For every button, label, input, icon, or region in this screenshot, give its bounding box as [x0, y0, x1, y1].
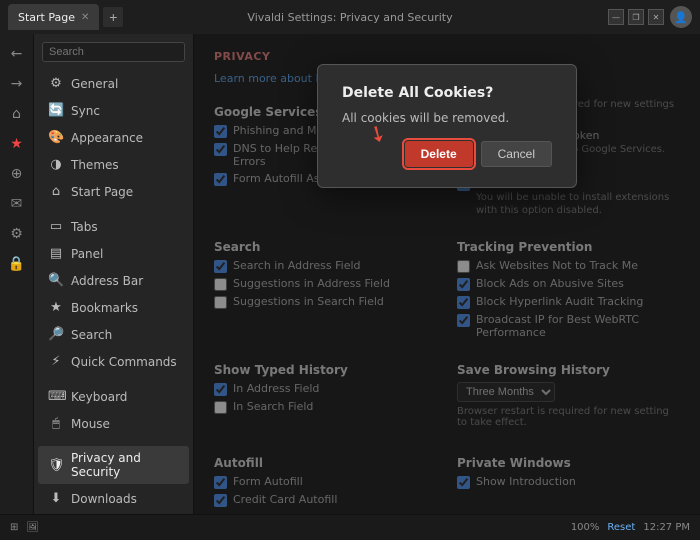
- mouse-icon: 🖱: [48, 416, 64, 431]
- search-sidebar-icon: 🔎: [48, 327, 64, 342]
- security-icon[interactable]: 🔒: [3, 250, 31, 278]
- bookmarks-sidebar-icon: ★: [48, 300, 64, 315]
- addressbar-icon: 🔍: [48, 273, 64, 288]
- extensions-icon[interactable]: ⊕: [3, 160, 31, 188]
- sidebar-item-label: Sync: [71, 104, 100, 118]
- sidebar-item-label: Bookmarks: [71, 301, 138, 315]
- content-area: PRIVACY Learn more about Privacy Google …: [194, 34, 700, 514]
- privacy-icon: 🛡: [48, 458, 64, 473]
- sidebar-item-quickcommands[interactable]: ⚡ Quick Commands: [38, 349, 189, 374]
- sidebar: ⚙ General 🔄 Sync 🎨 Appearance ◑ Themes ⌂…: [34, 34, 194, 514]
- title-bar: Start Page ✕ + Vivaldi Settings: Privacy…: [0, 0, 700, 34]
- sidebar-item-addressbar[interactable]: 🔍 Address Bar: [38, 268, 189, 293]
- search-input[interactable]: [42, 42, 185, 62]
- downloads-icon: ⬇: [48, 491, 64, 506]
- statusbar-grid-icon[interactable]: ⊞: [10, 522, 18, 533]
- mail-icon[interactable]: ✉: [3, 190, 31, 218]
- delete-cookies-modal: Delete All Cookies? All cookies will be …: [317, 64, 577, 188]
- sync-icon: 🔄: [48, 103, 64, 118]
- status-bar: ⊞ 🖼 100% Reset 12:27 PM: [0, 514, 700, 540]
- quickcommands-icon: ⚡: [48, 354, 64, 369]
- minimize-button[interactable]: —: [608, 9, 624, 25]
- tabs-icon: ▭: [48, 219, 64, 234]
- sidebar-item-label: Themes: [71, 158, 119, 172]
- sidebar-item-tabs[interactable]: ▭ Tabs: [38, 214, 189, 239]
- sidebar-item-startpage[interactable]: ⌂ Start Page: [38, 179, 189, 204]
- nav-forward-icon[interactable]: →: [3, 70, 31, 98]
- settings-icon[interactable]: ⚙: [3, 220, 31, 248]
- new-tab-button[interactable]: +: [103, 7, 123, 27]
- home-icon[interactable]: ⌂: [3, 100, 31, 128]
- sidebar-item-webpages[interactable]: 🌐 Webpages: [38, 513, 189, 514]
- sidebar-item-label: General: [71, 77, 118, 91]
- sidebar-item-label: Panel: [71, 247, 103, 261]
- modal-title: Delete All Cookies?: [342, 85, 552, 101]
- sidebar-item-search[interactable]: 🔎 Search: [38, 322, 189, 347]
- modal-buttons: Delete Cancel: [342, 141, 552, 167]
- modal-body: All cookies will be removed.: [342, 111, 552, 125]
- status-bar-left: ⊞ 🖼: [10, 522, 39, 533]
- sidebar-item-themes[interactable]: ◑ Themes: [38, 152, 189, 177]
- sidebar-item-label: Mouse: [71, 417, 110, 431]
- zoom-level: 100%: [571, 522, 600, 533]
- modal-overlay: ➘ Delete All Cookies? All cookies will b…: [194, 34, 700, 514]
- sidebar-item-privacy[interactable]: 🛡 Privacy and Security: [38, 446, 189, 484]
- start-page-tab[interactable]: Start Page ✕: [8, 4, 99, 30]
- sidebar-search-container: [34, 34, 193, 70]
- restore-button[interactable]: ❐: [628, 9, 644, 25]
- appearance-icon: 🎨: [48, 130, 64, 145]
- sidebar-item-keyboard[interactable]: ⌨ Keyboard: [38, 384, 189, 409]
- sidebar-item-bookmarks[interactable]: ★ Bookmarks: [38, 295, 189, 320]
- keyboard-icon: ⌨: [48, 389, 64, 404]
- nav-back-icon[interactable]: ←: [3, 40, 31, 68]
- clock: 12:27 PM: [643, 522, 690, 533]
- window-controls: — ❐ ✕: [608, 9, 664, 25]
- status-bar-right: 100% Reset 12:27 PM: [571, 522, 690, 533]
- sidebar-item-mouse[interactable]: 🖱 Mouse: [38, 411, 189, 436]
- cancel-button[interactable]: Cancel: [481, 141, 552, 167]
- sidebar-item-panel[interactable]: ▤ Panel: [38, 241, 189, 266]
- profile-avatar[interactable]: 👤: [670, 6, 692, 28]
- sidebar-item-label: Keyboard: [71, 390, 127, 404]
- tab-close-icon[interactable]: ✕: [81, 12, 89, 23]
- close-button[interactable]: ✕: [648, 9, 664, 25]
- reset-label[interactable]: Reset: [607, 522, 635, 533]
- sidebar-item-label: Privacy and Security: [71, 451, 179, 479]
- activity-bar: ← → ⌂ ★ ⊕ ✉ ⚙ 🔒: [0, 34, 34, 514]
- panel-icon: ▤: [48, 246, 64, 261]
- sidebar-item-label: Downloads: [71, 492, 137, 506]
- sidebar-item-label: Quick Commands: [71, 355, 177, 369]
- sidebar-item-label: Search: [71, 328, 112, 342]
- sidebar-item-label: Start Page: [71, 185, 133, 199]
- sidebar-item-label: Appearance: [71, 131, 143, 145]
- themes-icon: ◑: [48, 157, 64, 172]
- sidebar-item-sync[interactable]: 🔄 Sync: [38, 98, 189, 123]
- bookmarks-icon[interactable]: ★: [3, 130, 31, 158]
- general-icon: ⚙: [48, 76, 64, 91]
- main-layout: ← → ⌂ ★ ⊕ ✉ ⚙ 🔒 ⚙ General 🔄 Sync 🎨 Appea…: [0, 34, 700, 514]
- sidebar-item-appearance[interactable]: 🎨 Appearance: [38, 125, 189, 150]
- sidebar-item-downloads[interactable]: ⬇ Downloads: [38, 486, 189, 511]
- startpage-icon: ⌂: [48, 184, 64, 199]
- sidebar-item-label: Tabs: [71, 220, 98, 234]
- tab-label: Start Page: [18, 11, 75, 24]
- delete-button[interactable]: Delete: [405, 141, 473, 167]
- sidebar-item-label: Address Bar: [71, 274, 143, 288]
- statusbar-image-icon[interactable]: 🖼: [26, 522, 39, 533]
- sidebar-item-general[interactable]: ⚙ General: [38, 71, 189, 96]
- window-title: Vivaldi Settings: Privacy and Security: [247, 11, 452, 24]
